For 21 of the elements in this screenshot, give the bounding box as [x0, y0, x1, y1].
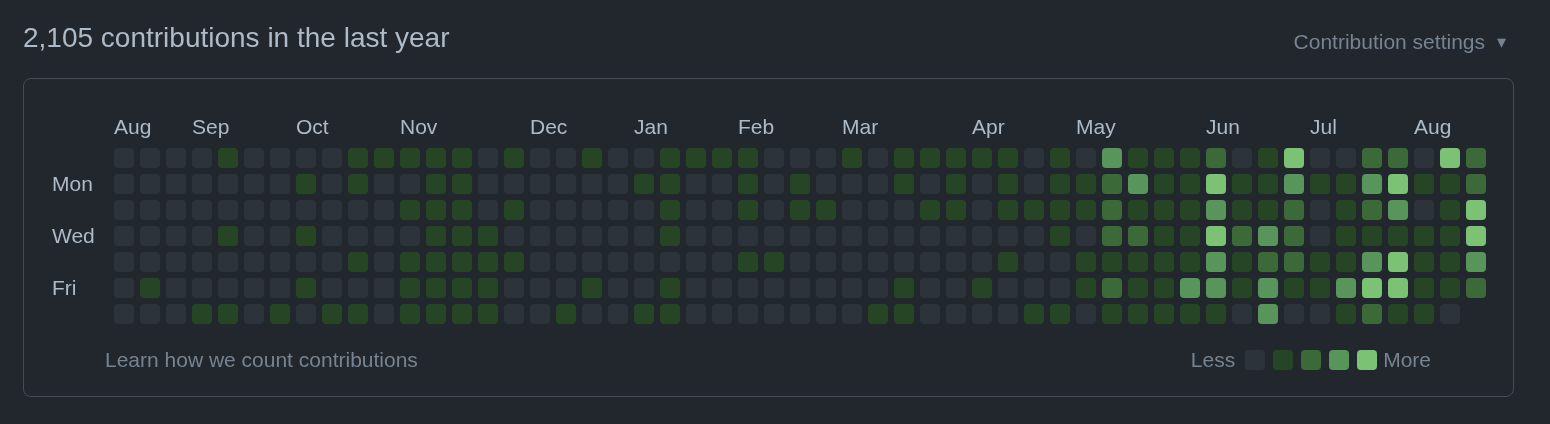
month-label: Sep	[192, 115, 230, 139]
month-label: Jun	[1206, 115, 1240, 139]
month-label: Oct	[296, 115, 329, 139]
month-label: Jul	[1310, 115, 1337, 139]
month-label: May	[1076, 115, 1116, 139]
count-contributions-link[interactable]: Learn how we count contributions	[105, 344, 418, 376]
month-label: Feb	[738, 115, 775, 139]
contributions-heading: 2,105 contributions in the last year	[23, 21, 450, 55]
month-label: Nov	[400, 115, 438, 139]
contribution-settings-dropdown[interactable]: Contribution settings ▾	[1293, 26, 1506, 58]
weekday-label: Mon	[52, 174, 93, 194]
legend-less-label: Less	[1190, 347, 1236, 373]
month-label: Apr	[972, 115, 1005, 139]
weekday-label: Fri	[52, 278, 77, 298]
month-label: Jan	[634, 115, 668, 139]
month-label: Dec	[530, 115, 568, 139]
month-label: Aug	[1414, 115, 1452, 139]
month-label: Mar	[842, 115, 879, 139]
legend-more-label: More	[1383, 347, 1431, 373]
month-label: Aug	[114, 115, 152, 139]
weekday-label: Wed	[52, 226, 95, 246]
